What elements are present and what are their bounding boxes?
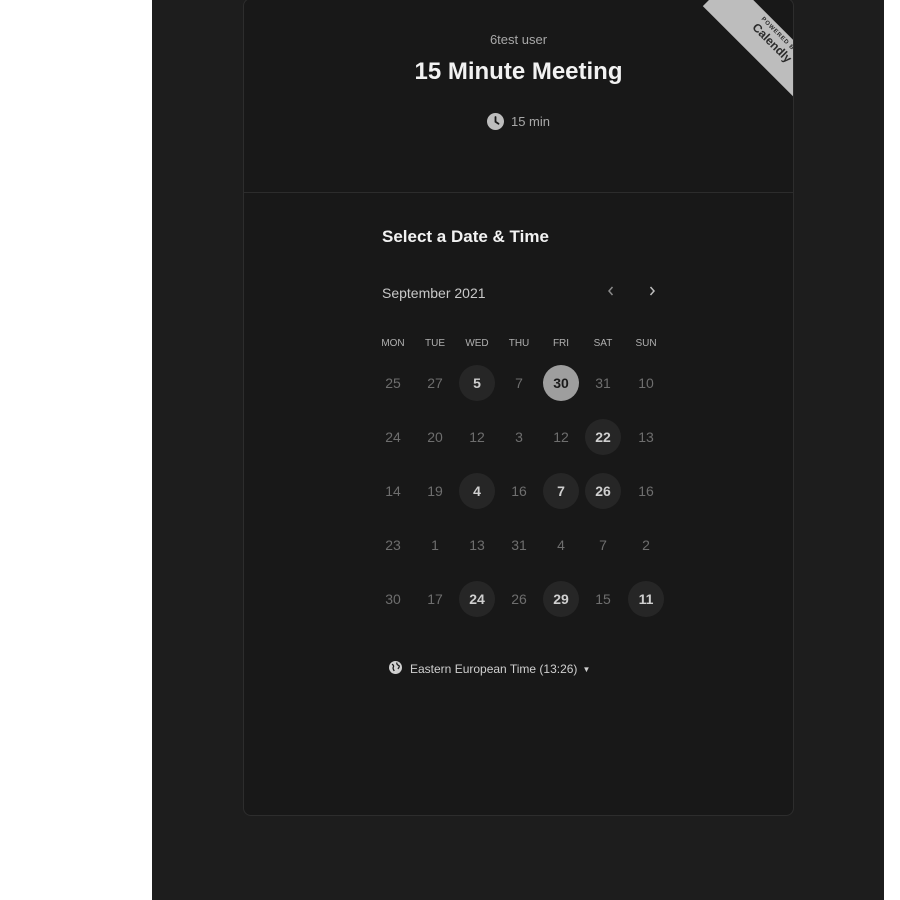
weekday-label-mon: MON [381, 338, 405, 349]
weekday-label-thu: THU [508, 338, 530, 349]
calendar-day: 24 [385, 429, 401, 445]
select-date-time-heading: Select a Date & Time [382, 227, 549, 246]
calendar-day-available[interactable]: 5 [459, 365, 495, 401]
calendar-day-available[interactable]: 24 [459, 581, 495, 617]
weekday-label-sat: SAT [593, 338, 613, 349]
calendar-day: 15 [595, 591, 611, 607]
calendar-day: 31 [595, 375, 611, 391]
powered-by-badge[interactable]: POWERED BY Calendly [688, 0, 793, 104]
calendar-day: 12 [469, 429, 485, 445]
timezone-selector[interactable]: Eastern European Time (13:26) ▼ [389, 661, 590, 677]
calendar-day: 7 [515, 375, 523, 391]
calendar-day-available[interactable]: 11 [628, 581, 664, 617]
calendar-day: 7 [599, 537, 607, 553]
calendar-day: 26 [511, 591, 527, 607]
duration-label: 15 min [510, 114, 551, 129]
calendar-day-available[interactable]: 22 [585, 419, 621, 455]
next-month-button[interactable] [639, 280, 665, 306]
calendar-day-available[interactable]: 4 [459, 473, 495, 509]
calendar-day: 13 [638, 429, 654, 445]
calendar-day: 2 [642, 537, 650, 553]
calendar-day: 4 [557, 537, 565, 553]
calendar-day: 13 [469, 537, 485, 553]
calendar-day: 17 [427, 591, 443, 607]
calendar-day-available[interactable]: 29 [543, 581, 579, 617]
timezone-label: Eastern European Time (13:26) [410, 662, 578, 676]
prev-month-button[interactable] [598, 280, 624, 306]
calendar-day-available[interactable]: 7 [543, 473, 579, 509]
calendar-day: 19 [427, 483, 443, 499]
calendar-day: 1 [431, 537, 439, 553]
chevron-right-icon [647, 284, 657, 302]
clock-icon [486, 113, 504, 130]
calendar-day: 27 [427, 375, 443, 391]
calendar-day-available[interactable]: 26 [585, 473, 621, 509]
calendar-day: 23 [385, 537, 401, 553]
event-header: 6test user 15 Minute Meeting 15 min POWE… [244, 0, 793, 193]
calendar-day: 16 [511, 483, 527, 499]
chevron-left-icon [606, 284, 616, 302]
calendar-day: 30 [385, 591, 401, 607]
globe-icon [389, 661, 402, 677]
calendar-day: 16 [638, 483, 654, 499]
month-label: September 2021 [382, 285, 486, 301]
calendar-day: 31 [511, 537, 527, 553]
calendar-day-selected[interactable]: 30 [543, 365, 579, 401]
calendar-day: 14 [385, 483, 401, 499]
calendly-brand: Calendly [749, 20, 793, 66]
calendar-day: 12 [553, 429, 569, 445]
weekday-label-tue: TUE [425, 338, 445, 349]
weekday-label-fri: FRI [552, 338, 570, 349]
calendar-day: 20 [427, 429, 443, 445]
weekday-label-wed: WED [465, 338, 489, 349]
weekday-label-sun: SUN [635, 338, 657, 349]
calendar-day: 25 [385, 375, 401, 391]
calendar-day: 10 [638, 375, 654, 391]
event-duration: 15 min [244, 113, 793, 130]
booking-card: 6test user 15 Minute Meeting 15 min POWE… [243, 0, 794, 816]
calendar-day: 3 [515, 429, 523, 445]
caret-down-icon: ▼ [582, 664, 591, 674]
